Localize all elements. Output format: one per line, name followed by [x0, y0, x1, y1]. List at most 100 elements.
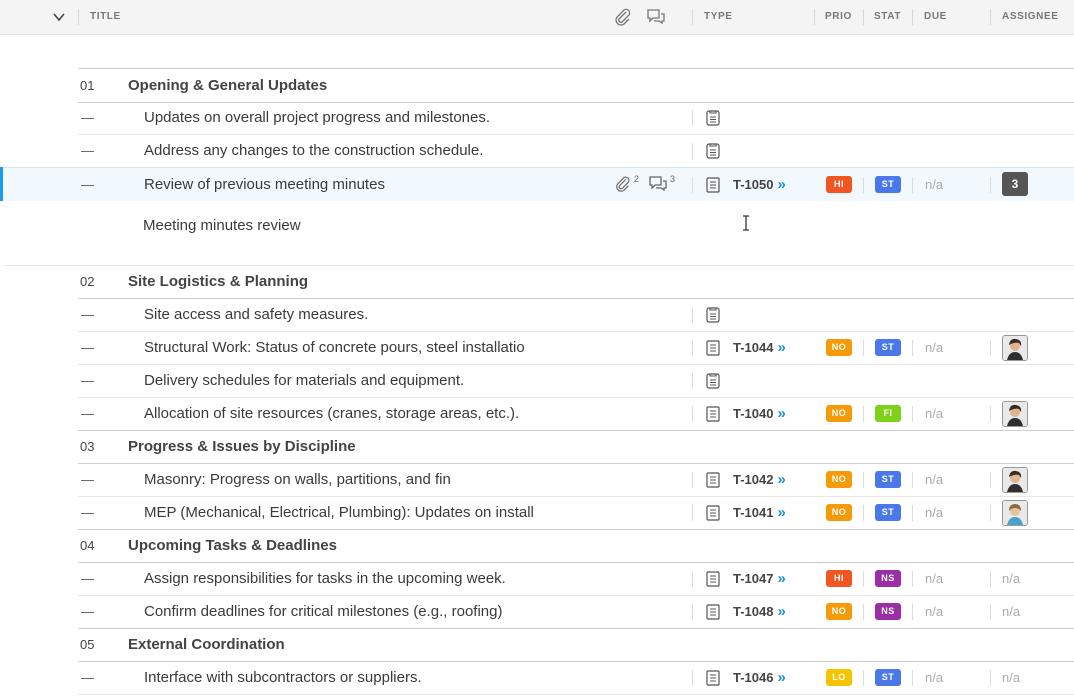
- table-row[interactable]: — Updates on overall project progress an…: [78, 101, 1074, 135]
- task-id[interactable]: T-1048»: [733, 595, 786, 628]
- status-badge[interactable]: ST: [875, 471, 901, 488]
- status-badge[interactable]: ST: [875, 176, 901, 193]
- due-date[interactable]: n/a: [925, 168, 943, 201]
- column-prio[interactable]: PRIO: [825, 0, 852, 34]
- task-title[interactable]: Allocation of site resources (cranes, st…: [144, 397, 519, 430]
- due-date[interactable]: n/a: [925, 331, 943, 364]
- table-row-selected[interactable]: — Review of previous meeting minutes 2 3…: [3, 167, 1074, 202]
- due-date[interactable]: n/a: [925, 496, 943, 529]
- due-date[interactable]: n/a: [925, 661, 943, 694]
- cell-separator: [863, 177, 864, 193]
- cell-separator: [912, 670, 913, 686]
- priority-badge[interactable]: NO: [826, 471, 852, 488]
- priority-badge[interactable]: NO: [826, 339, 852, 356]
- paperclip-icon[interactable]: [614, 175, 632, 193]
- task-id[interactable]: T-1044»: [733, 331, 786, 364]
- chevron-down-icon[interactable]: [52, 11, 66, 23]
- column-due[interactable]: DUE: [924, 0, 947, 34]
- due-date[interactable]: n/a: [925, 397, 943, 430]
- task-id[interactable]: T-1046»: [733, 661, 786, 694]
- column-assignee[interactable]: ASSIGNEE: [1002, 0, 1058, 34]
- task-id[interactable]: T-1042»: [733, 463, 786, 496]
- status-badge[interactable]: ST: [875, 504, 901, 521]
- table-row[interactable]: — Structural Work: Status of concrete po…: [78, 331, 1074, 365]
- comment-icon[interactable]: [646, 8, 666, 26]
- paperclip-icon[interactable]: [613, 8, 633, 26]
- due-date[interactable]: n/a: [925, 463, 943, 496]
- table-row[interactable]: — Masonry: Progress on walls, partitions…: [78, 463, 1074, 497]
- task-title[interactable]: Structural Work: Status of concrete pour…: [144, 331, 525, 364]
- due-date[interactable]: n/a: [925, 595, 943, 628]
- table-row[interactable]: — Site access and safety measures.: [78, 298, 1074, 332]
- assignee-count-badge[interactable]: 3: [1002, 172, 1028, 196]
- cell-separator: [692, 670, 693, 686]
- status-badge[interactable]: ST: [875, 339, 901, 356]
- task-title[interactable]: Confirm deadlines for critical milestone…: [144, 595, 502, 628]
- status-badge[interactable]: FI: [875, 405, 901, 422]
- task-description-panel[interactable]: Meeting minutes review: [0, 201, 1074, 265]
- open-task-arrow-icon[interactable]: »: [777, 504, 785, 521]
- open-task-arrow-icon[interactable]: »: [777, 570, 785, 587]
- task-document-icon: [706, 472, 720, 488]
- table-row[interactable]: — Interface with subcontractors or suppl…: [78, 661, 1074, 695]
- status-badge[interactable]: ST: [875, 669, 901, 686]
- column-title[interactable]: TITLE: [90, 0, 121, 34]
- assignee-avatar[interactable]: [1002, 467, 1028, 493]
- priority-badge[interactable]: HI: [826, 570, 852, 587]
- cell-separator: [692, 340, 693, 356]
- open-task-arrow-icon[interactable]: »: [777, 176, 785, 193]
- table-row[interactable]: — Assign responsibilities for tasks in t…: [78, 562, 1074, 596]
- column-type[interactable]: TYPE: [704, 0, 733, 34]
- priority-badge[interactable]: HI: [826, 176, 852, 193]
- task-id[interactable]: T-1050»: [733, 168, 786, 201]
- section-header[interactable]: 01 Opening & General Updates: [78, 68, 1074, 103]
- section-header[interactable]: 02 Site Logistics & Planning: [78, 265, 1074, 299]
- task-title[interactable]: Interface with subcontractors or supplie…: [144, 661, 422, 694]
- task-title[interactable]: Review of previous meeting minutes: [144, 168, 385, 201]
- status-badge[interactable]: NS: [875, 603, 901, 620]
- task-title[interactable]: Address any changes to the construction …: [144, 134, 483, 167]
- assignee[interactable]: n/a: [1002, 661, 1020, 694]
- column-stat[interactable]: STAT: [874, 0, 901, 34]
- section-header[interactable]: 05 External Coordination: [78, 628, 1074, 662]
- task-id[interactable]: T-1040»: [733, 397, 786, 430]
- task-title[interactable]: Masonry: Progress on walls, partitions, …: [144, 463, 451, 496]
- task-document-icon: [706, 604, 720, 620]
- task-title[interactable]: Site access and safety measures.: [144, 298, 368, 331]
- cell-separator: [863, 472, 864, 488]
- task-title[interactable]: Assign responsibilities for tasks in the…: [144, 562, 506, 595]
- open-task-arrow-icon[interactable]: »: [777, 339, 785, 356]
- priority-badge[interactable]: NO: [826, 504, 852, 521]
- assignee[interactable]: n/a: [1002, 595, 1020, 628]
- table-row[interactable]: — Allocation of site resources (cranes, …: [78, 397, 1074, 431]
- table-row[interactable]: — Delivery schedules for materials and e…: [78, 364, 1074, 398]
- priority-badge[interactable]: LO: [826, 669, 852, 686]
- task-title[interactable]: MEP (Mechanical, Electrical, Plumbing): …: [144, 496, 534, 529]
- table-row[interactable]: — MEP (Mechanical, Electrical, Plumbing)…: [78, 496, 1074, 530]
- open-task-arrow-icon[interactable]: »: [777, 669, 785, 686]
- table-row[interactable]: — Address any changes to the constructio…: [78, 134, 1074, 168]
- task-title[interactable]: Delivery schedules for materials and equ…: [144, 364, 464, 397]
- due-date[interactable]: n/a: [925, 562, 943, 595]
- section-header[interactable]: 03 Progress & Issues by Discipline: [78, 430, 1074, 464]
- section-header[interactable]: 04 Upcoming Tasks & Deadlines: [78, 529, 1074, 563]
- open-task-arrow-icon[interactable]: »: [777, 471, 785, 488]
- priority-badge[interactable]: NO: [826, 405, 852, 422]
- table-row[interactable]: — Confirm deadlines for critical milesto…: [78, 595, 1074, 629]
- open-task-arrow-icon[interactable]: »: [777, 603, 785, 620]
- task-description[interactable]: Meeting minutes review: [143, 217, 301, 234]
- assignee-avatar[interactable]: [1002, 335, 1028, 361]
- open-task-arrow-icon[interactable]: »: [777, 405, 785, 422]
- task-id[interactable]: T-1047»: [733, 562, 786, 595]
- task-title[interactable]: Updates on overall project progress and …: [144, 101, 490, 134]
- comment-icon[interactable]: [647, 175, 669, 193]
- row-marker: —: [81, 143, 94, 158]
- task-id[interactable]: T-1041»: [733, 496, 786, 529]
- priority-badge[interactable]: NO: [826, 603, 852, 620]
- assignee[interactable]: n/a: [1002, 562, 1020, 595]
- assignee-avatar[interactable]: [1002, 401, 1028, 427]
- cell-separator: [863, 505, 864, 521]
- assignee-avatar[interactable]: [1002, 500, 1028, 526]
- row-marker: —: [81, 472, 94, 487]
- status-badge[interactable]: NS: [875, 570, 901, 587]
